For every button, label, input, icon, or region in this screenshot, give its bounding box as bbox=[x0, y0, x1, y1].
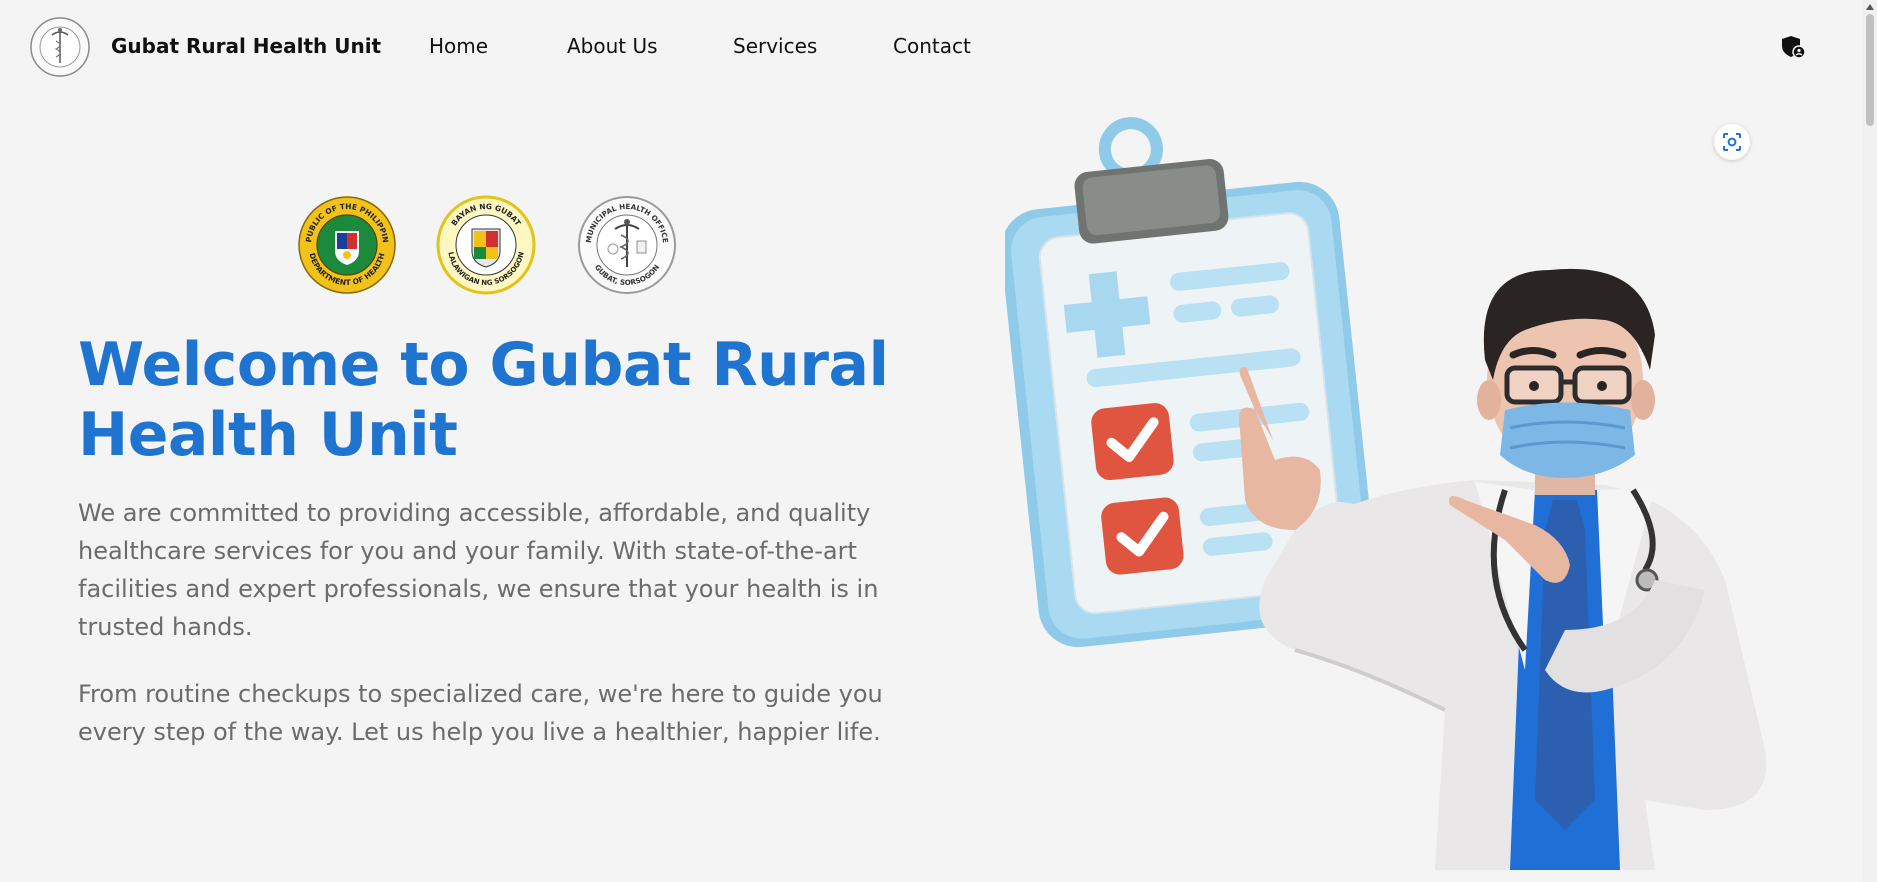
nav-contact[interactable]: Contact bbox=[893, 34, 971, 58]
hero-paragraph-2: From routine checkups to specialized car… bbox=[78, 680, 883, 746]
scroll-thumb[interactable] bbox=[1866, 14, 1874, 126]
scan-icon bbox=[1723, 133, 1741, 151]
doctor-clipboard-illustration bbox=[1005, 117, 1767, 870]
department-of-health-seal: REPUBLIC OF THE PHILIPPINES DEPARTMENT O… bbox=[297, 195, 396, 294]
municipal-health-office-logo[interactable] bbox=[30, 17, 90, 77]
scan-button[interactable] bbox=[1714, 124, 1750, 160]
nav-about-us[interactable]: About Us bbox=[567, 34, 658, 58]
brand-name[interactable]: Gubat Rural Health Unit bbox=[111, 34, 381, 58]
shield-user-icon[interactable] bbox=[1780, 34, 1806, 60]
hero-paragraph-1: We are committed to providing accessible… bbox=[78, 499, 879, 641]
municipal-health-office-seal: MUNICIPAL HEALTH OFFICE GUBAT, SORSOGON bbox=[578, 196, 676, 294]
scroll-up-arrow-icon[interactable] bbox=[1866, 4, 1874, 10]
hero-title: Welcome to Gubat Rural Health Unit bbox=[78, 330, 889, 470]
bayan-ng-gubat-seal: BAYAN NG GUBAT LALAWIGAN NG SORSOGON bbox=[436, 195, 536, 295]
nav-services[interactable]: Services bbox=[733, 34, 817, 58]
site-header: Gubat Rural Health Unit Home About Us Se… bbox=[0, 0, 1877, 94]
nav-home[interactable]: Home bbox=[429, 34, 488, 58]
page-scrollbar[interactable] bbox=[1863, 0, 1877, 882]
